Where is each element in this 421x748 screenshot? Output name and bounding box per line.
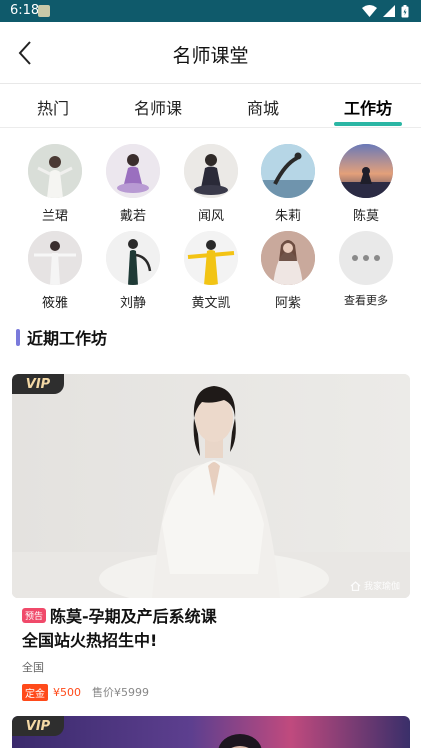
teacher-name: 阿紫 <box>274 296 301 311</box>
watermark-text: 我家瑜伽 <box>363 582 400 592</box>
teacher-item[interactable]: 陈莫 <box>331 144 401 224</box>
notification-app-icon <box>38 5 50 17</box>
teacher-item[interactable]: 兰珺 <box>20 144 90 224</box>
teacher-item[interactable]: 阿紫 <box>253 231 323 311</box>
teacher-name: 筱雅 <box>41 296 68 311</box>
avatar <box>106 144 160 198</box>
vip-badge: VIP <box>12 374 64 394</box>
price-row: 定金 ¥500 售价¥5999 <box>22 683 149 701</box>
section-title: 近期工作坊 <box>27 329 108 348</box>
course-cover-image[interactable]: VIP 我家瑜伽 <box>12 374 410 598</box>
preview-tag: 预告 <box>22 608 47 623</box>
course-title: 陈莫-孕期及产后系统课 <box>50 607 217 626</box>
avatar <box>184 231 238 285</box>
signal-icon <box>383 5 395 17</box>
deposit-tag: 定金 <box>22 683 48 701</box>
view-more-button[interactable]: 查看更多 <box>331 231 401 308</box>
sale-price: 售价¥5999 <box>92 686 149 699</box>
status-icons <box>362 4 409 18</box>
teacher-name: 兰珺 <box>41 209 68 224</box>
section-accent-bar <box>16 328 20 346</box>
vip-badge: VIP <box>12 716 64 736</box>
course-cover-image[interactable]: VIP <box>12 716 410 748</box>
deposit-price: ¥500 <box>53 685 81 699</box>
course-title-row[interactable]: 预告 陈莫-孕期及产后系统课 <box>22 603 402 627</box>
teacher-name: 朱莉 <box>274 209 301 224</box>
course-cover-illustration <box>12 374 410 598</box>
avatar <box>261 144 315 198</box>
tab-hot[interactable]: 热门 <box>13 95 93 119</box>
teacher-item[interactable]: 戴若 <box>98 144 168 224</box>
home-icon <box>350 580 361 591</box>
tab-workshop[interactable]: 工作坊 <box>328 95 408 119</box>
course-region: 全国 <box>22 661 44 674</box>
teacher-item[interactable]: 朱莉 <box>253 144 323 224</box>
avatar <box>106 231 160 285</box>
teacher-item[interactable]: 刘静 <box>98 231 168 311</box>
tab-mall[interactable]: 商城 <box>223 95 303 119</box>
wifi-icon <box>362 5 377 17</box>
course-cover-illustration <box>218 734 262 748</box>
avatar <box>28 144 82 198</box>
teacher-name: 黄文凯 <box>191 296 231 311</box>
avatar <box>184 144 238 198</box>
teacher-name: 戴若 <box>119 209 146 224</box>
avatar <box>339 144 393 198</box>
header: 名师课堂 <box>0 22 421 84</box>
section-heading: 近期工作坊 <box>16 327 108 348</box>
teacher-item[interactable]: 筱雅 <box>20 231 90 311</box>
teacher-name: 闻风 <box>197 209 224 224</box>
active-tab-indicator <box>334 122 402 126</box>
tab-famous-teacher-courses[interactable]: 名师课 <box>118 95 198 119</box>
avatar <box>261 231 315 285</box>
status-time: 6:18 <box>10 3 40 18</box>
watermark: 我家瑜伽 <box>350 579 400 592</box>
view-more-label: 查看更多 <box>344 294 388 307</box>
teacher-name: 陈莫 <box>352 209 379 224</box>
page-title: 名师课堂 <box>172 45 249 67</box>
teacher-item[interactable]: 闻风 <box>176 144 246 224</box>
battery-icon <box>401 4 409 17</box>
avatar <box>28 231 82 285</box>
status-bar: 6:18 <box>0 0 421 22</box>
course-subtitle: 全国站火热招生中! <box>22 631 158 650</box>
teacher-item[interactable]: 黄文凯 <box>176 231 246 311</box>
more-icon <box>339 231 393 285</box>
teacher-name: 刘静 <box>119 296 146 311</box>
